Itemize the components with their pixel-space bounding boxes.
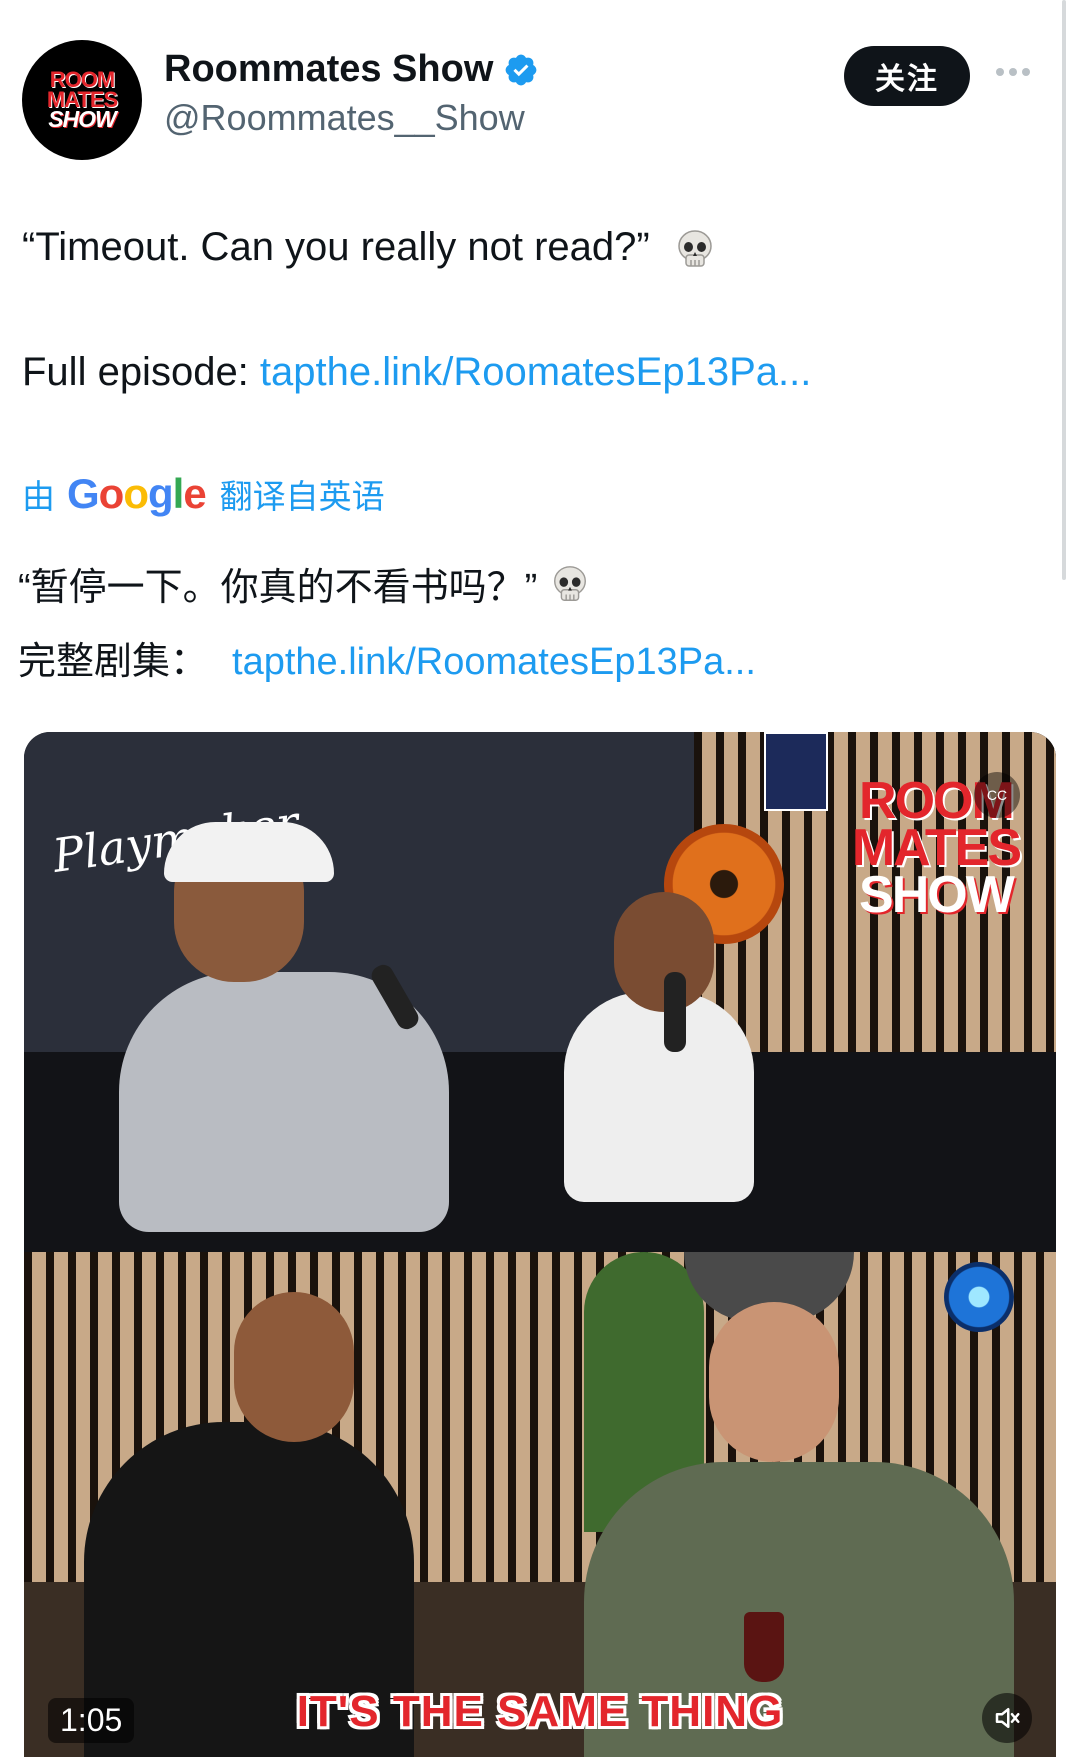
blue-studio-light: [944, 1262, 1014, 1332]
follow-button[interactable]: 关注: [844, 46, 970, 106]
google-logo-icon: Google: [67, 470, 207, 517]
page-scrollbar[interactable]: [1062, 0, 1066, 580]
tweet-text: “Timeout. Can you really not read?”: [22, 222, 717, 272]
avatar-text-show: SHOW: [48, 106, 117, 133]
video-frame-bottom: [24, 1252, 1056, 1757]
author-names: Roommates Show @Roommates__Show: [164, 48, 539, 139]
host-right-figure: [564, 992, 754, 1202]
video-caption: IT'S THE SAME THING: [296, 1687, 784, 1736]
author-handle[interactable]: @Roommates__Show: [164, 97, 539, 139]
video-player[interactable]: Playmaker ROOM MATES SHOW CC IT'S THE SA…: [24, 732, 1056, 1757]
translated-episode-label: 完整剧集：: [18, 641, 209, 683]
white-cap: [164, 822, 334, 882]
translation-attribution[interactable]: 由 Google 翻译自英语: [22, 470, 385, 518]
show-logo-line-2: MATES: [851, 818, 1022, 877]
tweet-header: ROOM MATES SHOW Roommates Show @Roommate…: [22, 40, 1040, 160]
guest-right-head: [709, 1302, 839, 1462]
translated-episode-line: 完整剧集： tapthe.link/RoomatesEp13Pa...: [18, 630, 756, 685]
more-dot-icon: [1009, 68, 1017, 76]
tweet-quote: “Timeout. Can you really not read?”: [22, 225, 650, 269]
author-display-name[interactable]: Roommates Show: [164, 48, 539, 91]
skull-emoji-icon: [554, 565, 587, 601]
more-dot-icon: [996, 68, 1004, 76]
speaker-muted-icon: [995, 1708, 1020, 1728]
closed-captions-icon[interactable]: CC: [974, 772, 1020, 818]
translated-quote: “暂停一下。你真的不看书吗？”: [18, 567, 538, 609]
wine-glass: [744, 1612, 784, 1682]
pennant-flag: [764, 732, 828, 811]
avatar[interactable]: ROOM MATES SHOW: [22, 40, 142, 160]
microphone-right: [664, 972, 686, 1052]
translated-by-label: 由: [22, 478, 55, 515]
more-options-icon[interactable]: [996, 62, 1040, 82]
video-timestamp: 1:05: [48, 1698, 135, 1743]
mute-button[interactable]: [982, 1693, 1032, 1743]
guest-left-head: [234, 1292, 354, 1442]
translated-from-label: 翻译自英语: [219, 478, 385, 515]
author-name-text: Roommates Show: [164, 48, 494, 90]
translated-text: “暂停一下。你真的不看书吗？”: [18, 556, 591, 611]
video-frame-top: Playmaker ROOM MATES SHOW CC: [24, 732, 1056, 1252]
full-episode-label: Full episode:: [22, 350, 260, 394]
skull-emoji-icon: [678, 230, 712, 268]
translated-episode-link[interactable]: tapthe.link/RoomatesEp13Pa...: [232, 641, 756, 683]
verified-badge-icon: [506, 54, 537, 85]
episode-link[interactable]: tapthe.link/RoomatesEp13Pa...: [260, 350, 811, 394]
more-dot-icon: [1022, 68, 1030, 76]
full-episode-line: Full episode: tapthe.link/RoomatesEp13Pa…: [22, 350, 811, 395]
show-logo-line-3: SHOW: [859, 865, 1015, 924]
